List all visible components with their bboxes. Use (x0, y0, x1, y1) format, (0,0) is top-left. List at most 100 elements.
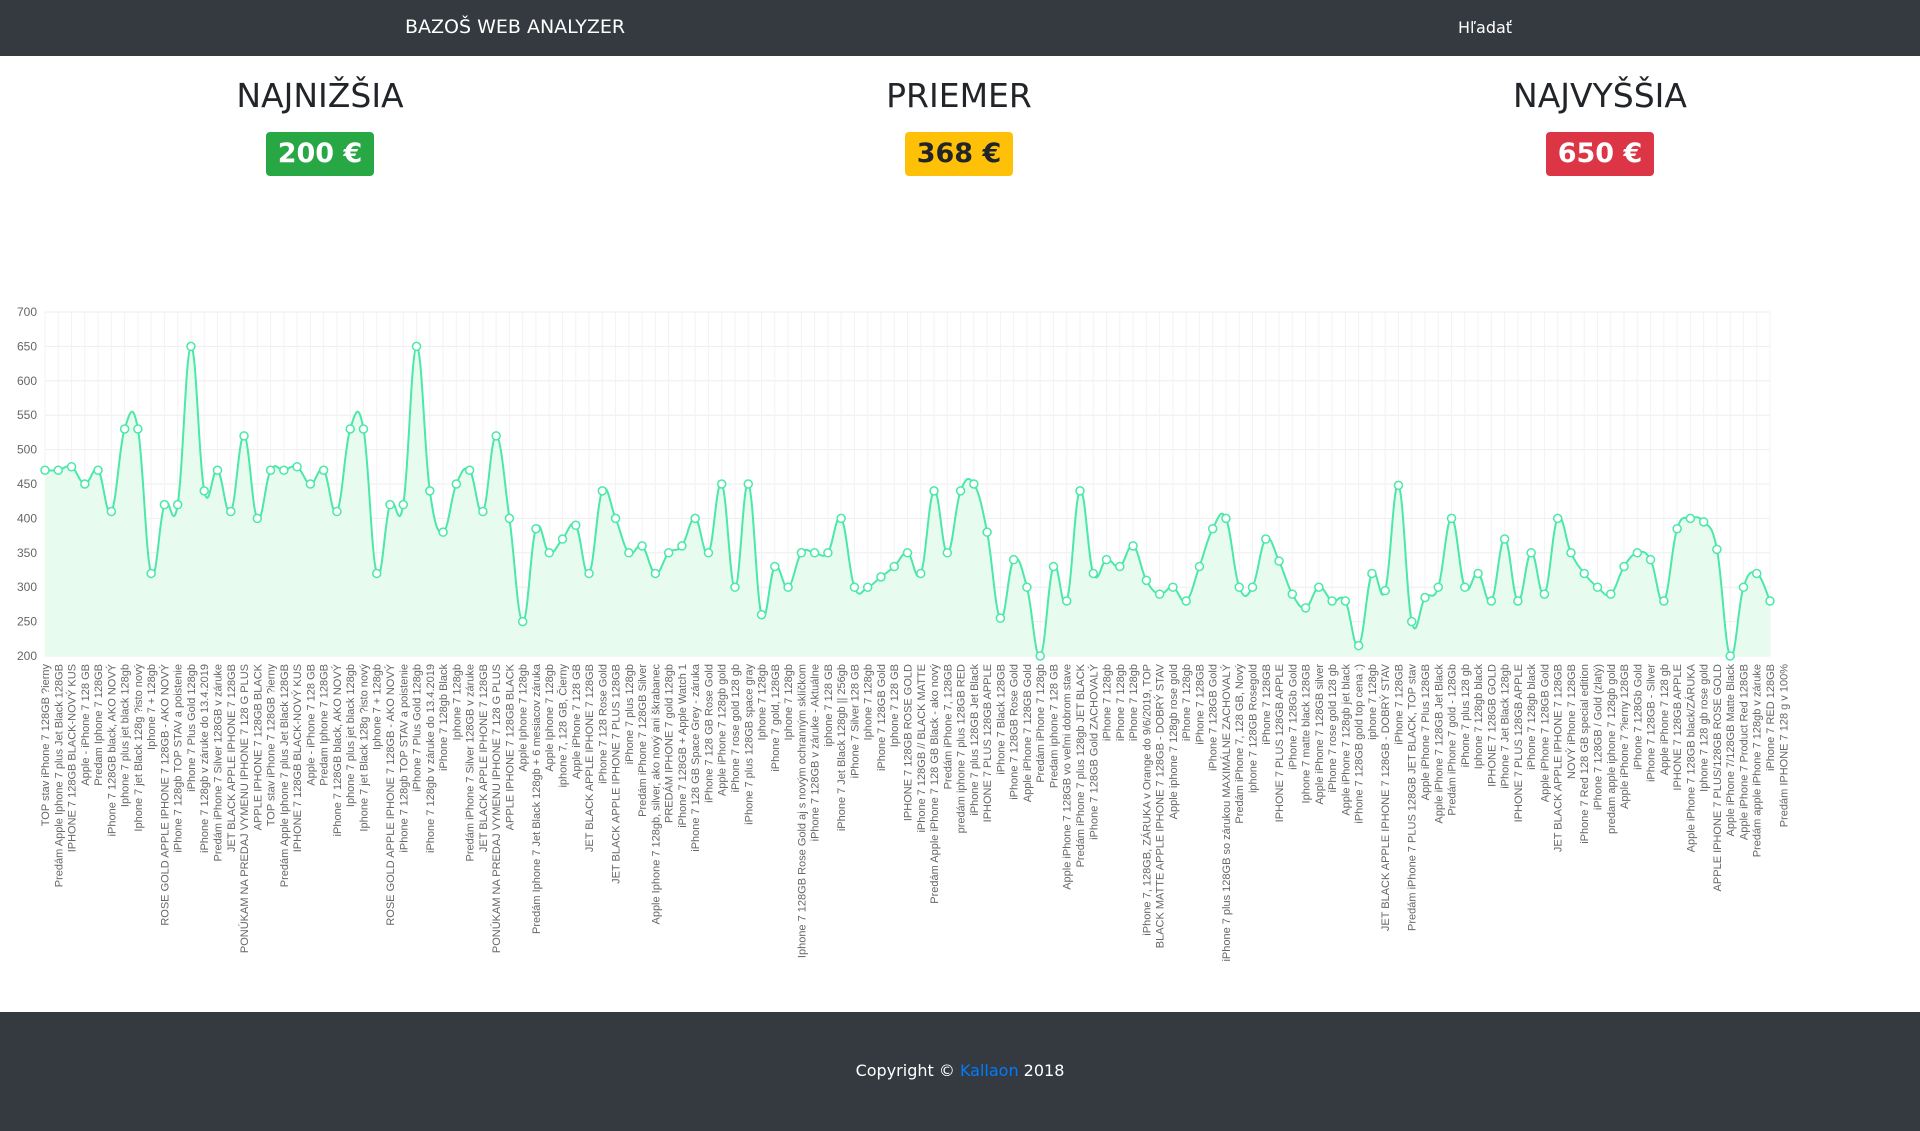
data-point (1659, 596, 1669, 606)
x-tick-label: Iphone 7 jet Black 128g ?isto nový (133, 664, 145, 832)
data-point (1579, 568, 1589, 579)
data-point (425, 486, 435, 496)
x-tick-label: iPhone 7 Plus Gold 128gb (412, 664, 424, 792)
data-point (318, 465, 329, 475)
data-point (836, 513, 846, 524)
data-point (1645, 554, 1656, 565)
data-point (239, 431, 249, 441)
x-tick-label: iPhone 7 128GB (1261, 664, 1273, 745)
data-point (663, 548, 674, 558)
data-point (637, 541, 647, 551)
data-point (345, 424, 355, 434)
data-point (1446, 513, 1457, 524)
data-point (743, 479, 754, 489)
stat-average-title: PRIEMER (886, 76, 1032, 115)
data-point (371, 568, 382, 579)
x-tick-label: iPhone 7 128gb Black (438, 664, 450, 772)
price-chart: 200 250 300 350 400 450 500 550 600 650 700 TOP sta… (17, 305, 1790, 962)
x-tick-label: iPhone 7 128Gb Gold (1632, 664, 1644, 770)
y-tick-label: 700 (17, 305, 37, 319)
data-point (1738, 582, 1749, 592)
data-point (1234, 582, 1244, 592)
y-tick-label: 600 (17, 374, 37, 388)
x-tick-label: iPhone 7 128 GB Rose Gold (703, 664, 715, 803)
data-point (597, 486, 608, 496)
x-tick-label: Predám iPhone 7 gold - 128Gb (1447, 664, 1459, 816)
data-point (1128, 541, 1138, 551)
data-point (942, 548, 953, 558)
data-point (1672, 523, 1682, 534)
x-tick-label: Apple iPhone 7 128 gb (1659, 664, 1671, 775)
search-link[interactable]: Hľadať (1458, 18, 1512, 37)
x-tick-label: Predám iPhone 7 Silver 128GB v záruke (213, 664, 225, 862)
x-tick-label: Apple iPhone 7 128GB vo veľmi dobrom sta… (1062, 664, 1074, 890)
x-tick-label: iPhone 7 128GB - Silver (1646, 664, 1658, 782)
data-point (1486, 596, 1497, 606)
x-tick-label: JET BLACK APPLE IPHONE 7 128GB (584, 664, 596, 852)
x-tick-label: iPhone 7 plus 128GB so zárukou MAXIMÁLNE… (1220, 663, 1233, 961)
data-point (1008, 554, 1019, 565)
data-point (1433, 582, 1444, 592)
x-tick-label: Predám Iphone 7 Jet Black 128gb + 6 mesi… (531, 663, 543, 934)
x-tick-label: iPhone 7 gold, 128GB (770, 664, 782, 772)
x-tick-label: IPHONE 7 128GB BLACK-NOVÝ KUS (291, 664, 304, 852)
data-point (1141, 575, 1152, 586)
author-link[interactable]: Kallaon (960, 1061, 1019, 1080)
x-tick-label: iPhone 7 128gb black (1526, 664, 1538, 770)
data-point (40, 465, 50, 475)
y-tick-label: 250 (17, 615, 37, 629)
data-point (146, 568, 156, 579)
data-point (995, 613, 1006, 623)
data-point (982, 527, 992, 537)
stat-highest-title: NAJVYŠŠIA (1513, 76, 1687, 115)
data-point (1765, 596, 1775, 606)
x-tick-label: Iphone 7 128gb (863, 664, 875, 740)
data-point (1712, 544, 1722, 555)
data-point (385, 499, 395, 510)
x-tick-label: TOP stav iPhone 7 128GB ?ierny (266, 664, 278, 827)
x-tick-label: JET BLACK APPLE IPHONE 7 128GB (1553, 664, 1565, 852)
data-point (1552, 513, 1563, 524)
x-tick-label: iPhone 7 rose gold 128 gb (1327, 664, 1339, 792)
data-point (557, 534, 568, 544)
x-tick-label: Apple iPhone 7 128GB black/ZÁRUKA (1684, 663, 1697, 852)
x-tick-label: iPhone 7 plus 128GB Jet Black (969, 664, 981, 816)
x-tick-label: iPhone 7 RED 128GB (1765, 664, 1777, 771)
x-tick-label: Iphone 7 + 128gb (372, 664, 384, 750)
stat-highest: NAJVYŠŠIA 650 € (1400, 74, 1800, 176)
x-tick-label: Predám iPhone 7 Silver 128GB v záruke (465, 664, 477, 862)
data-point (93, 465, 103, 475)
data-point (226, 506, 236, 517)
x-tick-label: Apple iPhone 7 ?ierny 128GB (1619, 664, 1631, 809)
data-point (504, 513, 515, 524)
y-tick-label: 550 (17, 408, 37, 422)
x-tick-label: iPhone 7 Plus Gold 128gb (186, 664, 198, 792)
data-point (690, 513, 700, 524)
x-tick-label: Apple iPhone 7 128GB Gold (1539, 664, 1551, 802)
x-tick-label: Iphone 7 128GB Rose Gold aj s novým ochr… (796, 664, 808, 958)
x-tick-label: Apple iPhone 7/128GB Matte Black (1725, 664, 1737, 837)
data-point (1566, 548, 1576, 558)
data-point (703, 548, 714, 558)
brand-link[interactable]: BAZOŠ WEB ANALYZER (405, 16, 625, 38)
data-point (1274, 556, 1284, 566)
x-tick-label: iPhone 7 128GB black, AKO NOVÝ (331, 663, 344, 836)
data-point (1406, 616, 1417, 627)
data-point (1725, 651, 1735, 661)
data-point (902, 548, 913, 558)
data-point (610, 513, 621, 524)
data-point (159, 499, 170, 510)
x-tick-label: Iphone 7 jet Black 128g ?isto nový (358, 664, 370, 832)
data-point (172, 499, 183, 510)
data-point (770, 561, 780, 572)
data-point (212, 465, 223, 475)
x-tick-label: iPhone 7 128GB v záruke - Aktuálne (810, 664, 822, 841)
data-point (677, 541, 687, 551)
x-tick-label: iPhone 7 128GB + Apple Watch 1 (677, 664, 689, 828)
x-tick-label: Apple iPhone 7 128gb gold (717, 664, 729, 796)
x-tick-label: iPhone 7 128GB (1194, 664, 1206, 745)
x-tick-label: IPHONE 7 128GB ROSE GOLD (903, 664, 915, 821)
data-point (1513, 596, 1523, 606)
stat-lowest: NAJNIŽŠIA 200 € (120, 74, 520, 176)
data-point (876, 572, 886, 582)
